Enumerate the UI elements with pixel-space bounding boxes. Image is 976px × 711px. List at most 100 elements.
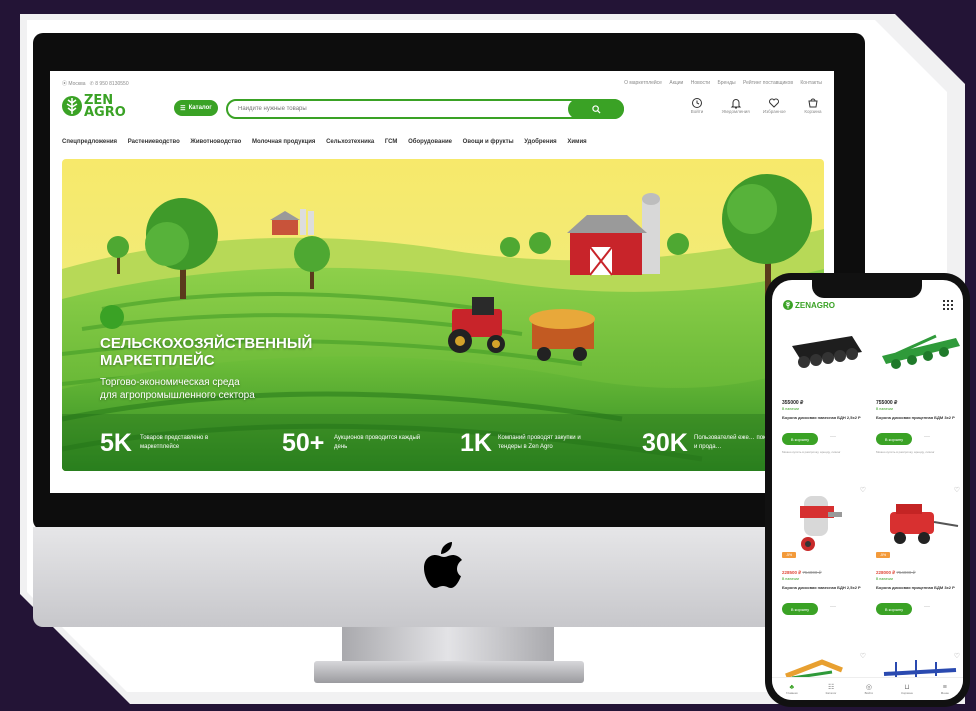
user-icon-label: Войти [690,109,704,114]
search-bar [226,99,624,119]
top-link[interactable]: Бренды [717,80,735,86]
product-card[interactable]: ♡ -5% 228500 ₽ 754000 ₽ В наличии Борона… [782,486,868,636]
more-options-icon[interactable]: ··· [830,434,836,440]
disc-harrow-image [882,334,960,369]
product-name[interactable]: Борона дисковая навесная БДН 2,5х2 Р [782,415,864,420]
stat-block: 5K Товаров представлено в маркетплейсе [100,429,250,459]
grid-menu-icon[interactable] [943,300,953,310]
product-price: 228000 ₽ 754000 ₽ [876,570,916,576]
imac-neck [342,627,554,662]
product-name[interactable]: Борона дисковая прицепная БДМ 3х2 Р [876,585,958,590]
nav-item[interactable]: Удобрения [524,139,556,145]
stat-block: 50+ Аукционов проводится каждый день [282,429,442,459]
cart-button[interactable]: Корзина [796,97,830,123]
top-link[interactable]: Контакты [800,80,822,86]
favorites-button[interactable]: Избранное [757,97,791,123]
product-price: 228500 ₽ 754000 ₽ [782,570,822,576]
phone-logo[interactable]: ZENAGRO [783,300,835,310]
stat-text: Товаров представлено в маркетплейсе [140,435,209,450]
top-link[interactable]: Рейтинг поставщиков [743,80,793,86]
add-to-cart-button[interactable]: В корзину [782,603,818,615]
tab-cart[interactable]: ⊔ Корзина [901,683,912,695]
heart-icon[interactable]: ♡ [954,652,960,660]
leaf-icon: ♣ [789,683,795,691]
hero-banner[interactable]: СЕЛЬСКОХОЗЯЙСТВЕННЫЙ МАРКЕТПЛЕЙС Торгово… [62,159,824,471]
top-link[interactable]: О маркетплейсе [624,80,662,86]
nav-item[interactable]: Оборудование [408,139,452,145]
tab-label: Меню [940,690,949,695]
tab-label: Главная [786,690,798,695]
discount-badge: -5% [782,552,796,558]
notifications-button[interactable]: Уведомления [719,97,753,123]
heart-icon [769,98,780,108]
more-options-icon[interactable]: ··· [830,604,836,610]
product-card[interactable]: 755000 ₽ В наличии Борона дисковая прице… [876,316,962,466]
nav-item[interactable]: Спецпредложения [62,139,117,145]
stat-number: 50+ [282,429,325,457]
hero-title: СЕЛЬСКОХОЗЯЙСТВЕННЫЙ МАРКЕТПЛЕЙС [100,335,400,369]
stat-number: 1K [460,429,492,457]
tab-label: Корзина [901,691,913,695]
search-button[interactable] [568,99,624,119]
nav-item[interactable]: Растениеводство [128,139,180,145]
hero-subtitle-line2: для агропромышленного сектора [100,390,255,401]
old-price: 754000 ₽ [896,570,916,575]
stat-text: Компаний проводят закупки и тендеры в Ze… [498,435,581,450]
tab-catalog[interactable]: ☷ Каталог [826,683,837,695]
menu-icon: ≡ [942,683,947,691]
tab-login[interactable]: ◎ Войти [865,683,873,695]
login-button[interactable]: Войти [680,97,714,123]
product-note: Можно купить в рассрочку, аренду, лизинг [876,450,935,454]
tab-label: Войти [864,691,874,695]
category-nav: Спецпредложения Растениеводство Животнов… [62,139,822,151]
add-to-cart-button[interactable]: В корзину [876,433,912,445]
bell-icon [730,99,741,109]
user-icon-label: Уведомления [721,109,750,114]
tab-menu[interactable]: ≡ Меню [941,684,949,695]
top-link[interactable]: Новости [691,80,710,86]
hero-title-line2: МАРКЕТПЛЕЙС [100,352,215,369]
more-options-icon[interactable]: ··· [924,604,930,610]
product-availability: В наличии [782,577,799,581]
phone-screen: ZENAGRO 355000 ₽ В наличии Борона дисков… [772,280,963,700]
city-link[interactable]: Москва [68,81,85,87]
logo-line2: AGRO [84,105,126,120]
tab-home[interactable]: ♣ Главная [786,684,797,695]
stat-number: 30K [642,429,688,457]
discount-badge: -5% [876,552,890,558]
old-price: 754000 ₽ [802,570,822,575]
apple-logo-icon [424,542,462,588]
catalog-button[interactable]: ☰ Каталог [174,100,218,116]
imac-foot [314,661,584,683]
product-card[interactable]: 355000 ₽ В наличии Борона дисковая навес… [782,316,868,466]
nav-item[interactable]: ГСМ [385,139,398,145]
nav-item[interactable]: Овощи и фрукты [463,139,514,145]
site-logo[interactable]: ZEN AGRO [62,93,142,123]
product-card[interactable]: ♡ -5% 228000 ₽ 754000 ₽ В наличии Борона… [876,486,962,636]
product-name[interactable]: Борона дисковая прицепная БДМ 3х2 Р [876,415,958,420]
phone-link[interactable]: 8 950 8130550 [95,81,128,87]
top-link[interactable]: Акции [669,80,683,86]
more-options-icon[interactable]: ··· [924,434,930,440]
top-links: О маркетплейсе Акции Новости Бренды Рейт… [618,80,822,86]
clock-icon [692,98,702,108]
nav-item[interactable]: Животноводство [190,139,241,145]
search-input[interactable] [238,101,538,117]
hero-title-line1: СЕЛЬСКОХОЗЯЙСТВЕННЫЙ [100,335,313,352]
sale-price: 228500 ₽ [782,570,802,575]
user-icon-label: Избранное [762,109,786,114]
heart-icon[interactable]: ♡ [860,652,866,660]
cart-icon: ⊔ [904,684,910,691]
product-price: 355000 ₽ [782,400,804,406]
nav-item[interactable]: Молочная продукция [252,139,315,145]
nav-item[interactable]: Сельхозтехника [326,139,374,145]
add-to-cart-button[interactable]: В корзину [782,433,818,445]
leaf-logo-icon [783,300,793,310]
nav-item[interactable]: Химия [567,139,586,145]
machine-image [800,496,842,551]
add-to-cart-button[interactable]: В корзину [876,603,912,615]
tab-label: Каталог [825,691,837,695]
phone-tab-bar: ♣ Главная ☷ Каталог ◎ Войти ⊔ Корзина ≡ Меню [772,677,963,700]
product-name[interactable]: Борона дисковая навесная БДН 2,5х2 Р [782,585,864,590]
farm-illustration [62,159,824,471]
